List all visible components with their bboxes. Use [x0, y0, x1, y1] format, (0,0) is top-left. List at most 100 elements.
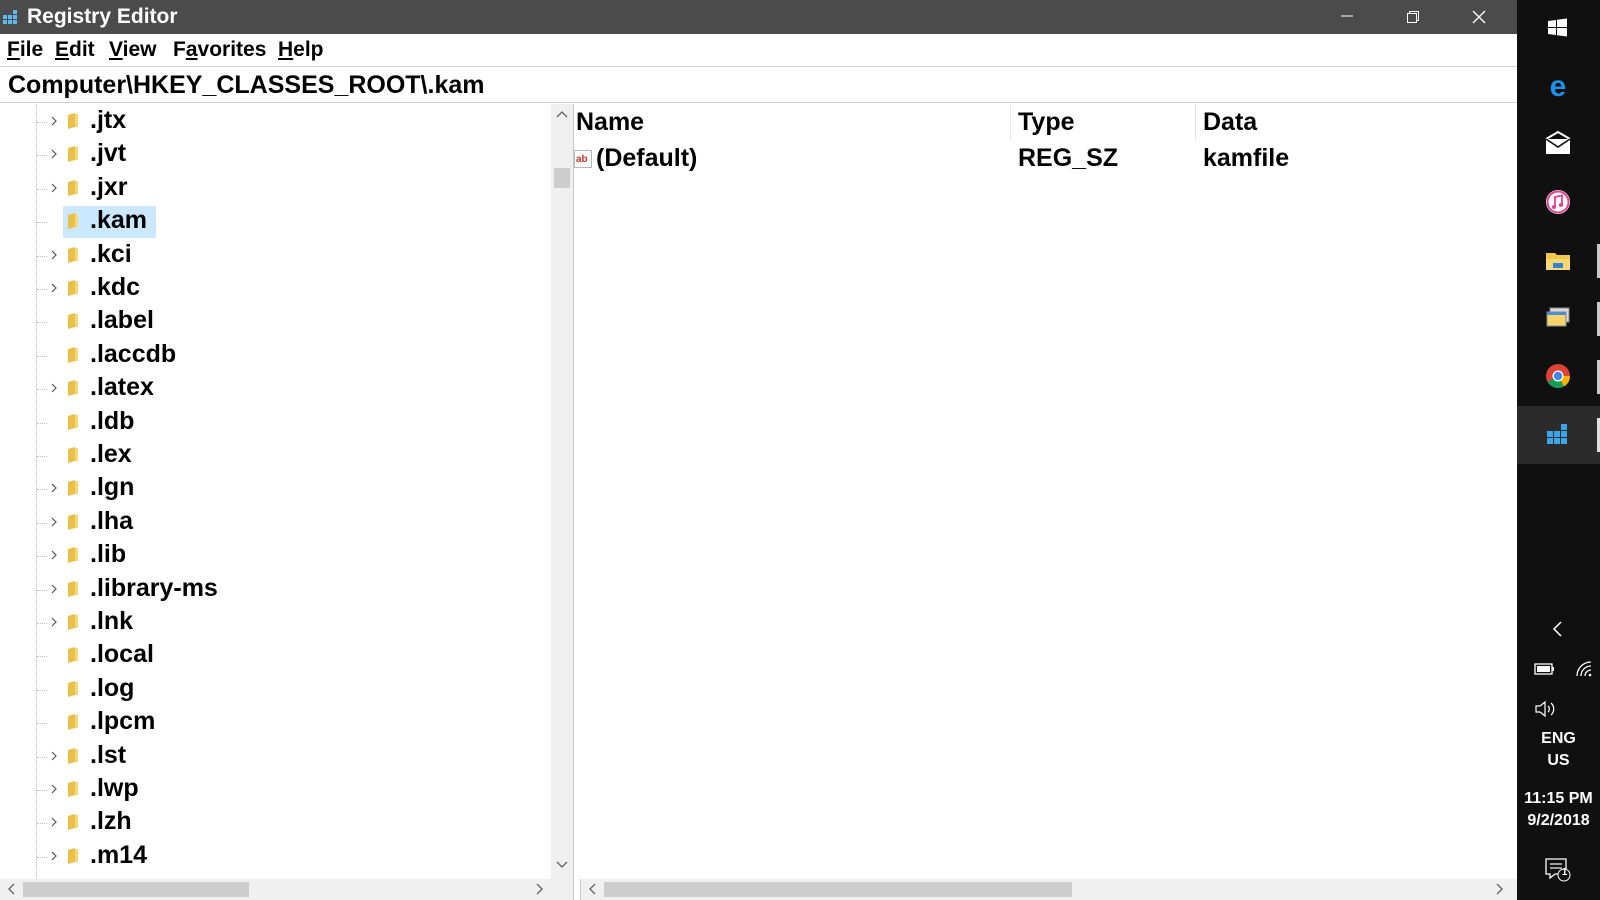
- tree-item[interactable]: .library-ms: [0, 573, 551, 607]
- show-hidden-icons-chevron-icon[interactable]: [1551, 620, 1565, 638]
- scroll-down-arrow-icon[interactable]: [556, 860, 568, 870]
- tree-connector: [37, 322, 47, 323]
- tree-hscroll-thumb[interactable]: [23, 882, 249, 897]
- taskbar-edge[interactable]: e: [1517, 58, 1600, 116]
- scroll-right-arrow-icon[interactable]: [535, 883, 545, 895]
- tree-item-label: .kdc: [90, 273, 141, 301]
- wifi-icon[interactable]: [1575, 660, 1593, 678]
- tree-item[interactable]: .latex: [0, 372, 551, 406]
- column-header-type[interactable]: Type: [1018, 108, 1075, 137]
- tree-item[interactable]: .lha: [0, 506, 551, 540]
- start-button[interactable]: [1517, 0, 1600, 58]
- tree-item[interactable]: .lst: [0, 740, 551, 774]
- expand-chevron-icon[interactable]: [48, 747, 62, 765]
- tree-item[interactable]: .lex: [0, 439, 551, 473]
- column-header-name[interactable]: Name: [576, 108, 644, 137]
- expand-chevron-icon[interactable]: [48, 279, 62, 297]
- input-language-indicator[interactable]: ENG US: [1517, 730, 1600, 770]
- address-path[interactable]: Computer\HKEY_CLASSES_ROOT\.kam: [8, 71, 485, 100]
- battery-icon[interactable]: [1534, 662, 1556, 676]
- close-button[interactable]: [1446, 0, 1512, 34]
- title-bar[interactable]: Registry Editor: [0, 0, 1517, 34]
- tree-item-label: .jxr: [90, 173, 128, 201]
- scroll-left-arrow-icon[interactable]: [587, 883, 597, 895]
- tree-item[interactable]: .laccdb: [0, 339, 551, 373]
- tree-item[interactable]: .jtx: [0, 105, 551, 139]
- tree-item[interactable]: .label: [0, 305, 551, 339]
- music-note-icon: [1546, 190, 1570, 214]
- tree-horizontal-scrollbar[interactable]: [0, 879, 573, 900]
- tree-vertical-scrollbar[interactable]: [551, 104, 573, 879]
- tree-item[interactable]: .ldb: [0, 406, 551, 440]
- scroll-left-arrow-icon[interactable]: [6, 883, 16, 895]
- svg-text:ab: ab: [576, 154, 588, 165]
- tree-item[interactable]: .kam: [0, 205, 551, 239]
- menu-help[interactable]: Help: [278, 38, 324, 62]
- tree-item[interactable]: .lnk: [0, 606, 551, 640]
- tree-item[interactable]: .lwp: [0, 773, 551, 807]
- mail-icon: [1545, 130, 1571, 154]
- tree-item-label: .lwp: [90, 774, 139, 802]
- expand-chevron-icon[interactable]: [48, 479, 62, 497]
- expand-chevron-icon[interactable]: [48, 513, 62, 531]
- expand-chevron-icon[interactable]: [48, 813, 62, 831]
- tree-item[interactable]: .lib: [0, 539, 551, 573]
- scroll-up-arrow-icon[interactable]: [556, 109, 568, 119]
- expand-chevron-icon[interactable]: [48, 613, 62, 631]
- taskbar-window-manager[interactable]: [1517, 290, 1600, 348]
- menu-favorites[interactable]: Favorites: [173, 38, 266, 62]
- tree-item[interactable]: .log: [0, 673, 551, 707]
- expand-chevron-icon[interactable]: [48, 780, 62, 798]
- expand-chevron-icon[interactable]: [48, 179, 62, 197]
- column-separator[interactable]: [1195, 104, 1196, 140]
- expand-chevron-icon[interactable]: [48, 580, 62, 598]
- address-bar[interactable]: Computer\HKEY_CLASSES_ROOT\.kam: [0, 66, 1517, 103]
- menu-edit[interactable]: Edit: [55, 38, 95, 62]
- expand-chevron-icon[interactable]: [48, 112, 62, 130]
- tree-item[interactable]: .local: [0, 639, 551, 673]
- taskbar-chrome[interactable]: [1517, 348, 1600, 406]
- restore-button[interactable]: [1380, 0, 1446, 34]
- tree-item[interactable]: .lzh: [0, 806, 551, 840]
- column-header-data[interactable]: Data: [1203, 108, 1257, 137]
- menu-bar: File Edit View Favorites Help: [0, 34, 1517, 66]
- tree-item[interactable]: .lpcm: [0, 706, 551, 740]
- tree-item[interactable]: .kci: [0, 239, 551, 273]
- clock[interactable]: 11:15 PM 9/2/2018: [1517, 790, 1600, 830]
- tree-vscroll-thumb[interactable]: [554, 168, 570, 188]
- taskbar-registry-editor[interactable]: [1517, 406, 1600, 464]
- expand-chevron-icon[interactable]: [48, 546, 62, 564]
- expand-chevron-icon[interactable]: [48, 145, 62, 163]
- folder-icon: [68, 280, 78, 296]
- column-separator[interactable]: [1010, 104, 1011, 140]
- language-code: ENG: [1541, 730, 1576, 747]
- values-hscroll-thumb[interactable]: [604, 882, 1072, 897]
- tree-item[interactable]: .jvt: [0, 138, 551, 172]
- expand-chevron-icon[interactable]: [48, 246, 62, 264]
- tree-connector: [37, 256, 47, 257]
- folder-icon: [68, 113, 78, 129]
- value-type: REG_SZ: [1018, 144, 1119, 172]
- value-row-default[interactable]: ab (Default) REG_SZ kamfile: [574, 143, 1517, 177]
- taskbar-file-explorer[interactable]: [1517, 232, 1600, 290]
- tree-item-label: .label: [90, 306, 154, 334]
- volume-icon[interactable]: [1534, 700, 1556, 718]
- action-center-button[interactable]: 1: [1543, 856, 1573, 884]
- values-horizontal-scrollbar[interactable]: [580, 879, 1517, 900]
- menu-view[interactable]: View: [109, 38, 157, 62]
- expand-chevron-icon[interactable]: [48, 379, 62, 397]
- stacked-windows-icon: [1546, 307, 1570, 327]
- chrome-browser-icon: [1546, 364, 1570, 389]
- tree-item[interactable]: .jxr: [0, 172, 551, 206]
- tree-item[interactable]: .m14: [0, 840, 551, 874]
- taskbar-itunes[interactable]: [1517, 174, 1600, 232]
- taskbar-mail[interactable]: [1517, 116, 1600, 174]
- tree-item[interactable]: .kdc: [0, 272, 551, 306]
- clock-date: 9/2/2018: [1527, 812, 1590, 829]
- scroll-right-arrow-icon[interactable]: [1495, 883, 1505, 895]
- expand-chevron-icon[interactable]: [48, 847, 62, 865]
- minimize-button[interactable]: [1314, 0, 1380, 34]
- tree-connector: [37, 489, 47, 490]
- tree-item[interactable]: .lgn: [0, 472, 551, 506]
- menu-file[interactable]: File: [7, 38, 43, 62]
